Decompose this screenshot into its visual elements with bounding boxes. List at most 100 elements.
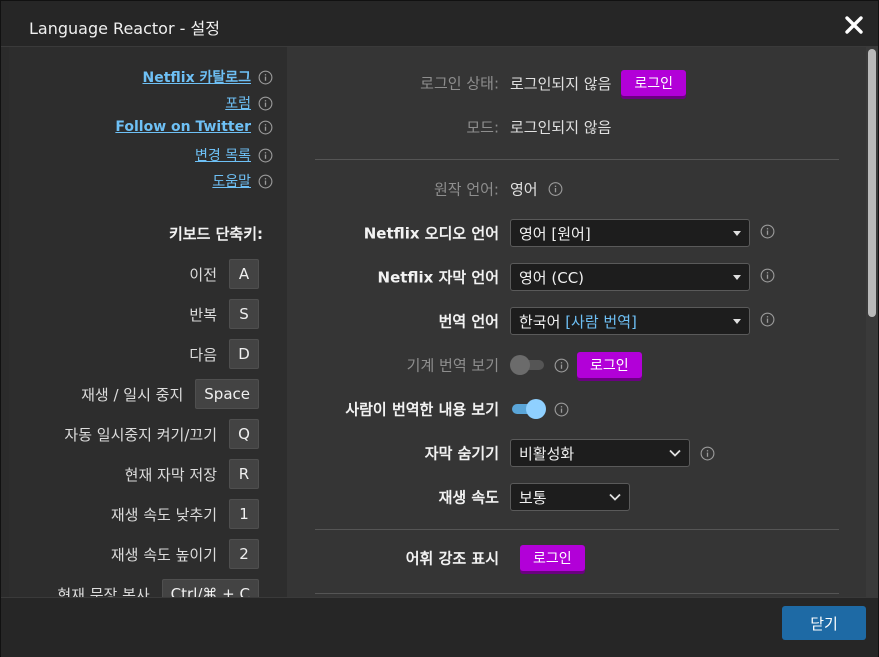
link-row-help: 도움말 bbox=[212, 171, 273, 191]
info-icon[interactable] bbox=[760, 268, 775, 283]
forum-link[interactable]: 포럼 bbox=[225, 93, 251, 113]
info-icon[interactable] bbox=[548, 182, 563, 197]
vocab-highlight-login-button[interactable]: 로그인 bbox=[520, 545, 585, 571]
audio-language-label: Netflix 오디오 언어 bbox=[363, 224, 499, 243]
translation-type-tag: [사람 번역] bbox=[565, 312, 637, 331]
shortcut-row: 재생 속도 낮추기 1 bbox=[111, 499, 259, 529]
netflix-catalog-link[interactable]: Netflix 카탈로그 bbox=[142, 67, 251, 87]
info-icon[interactable] bbox=[258, 148, 273, 163]
machine-translation-login-button[interactable]: 로그인 bbox=[577, 352, 642, 378]
playback-speed-select[interactable]: 보통 bbox=[510, 483, 630, 511]
login-status-label: 로그인 상태: bbox=[420, 74, 499, 93]
info-icon[interactable] bbox=[760, 224, 775, 239]
human-translation-label: 사람이 번역한 내용 보기 bbox=[345, 400, 499, 419]
machine-translation-label: 기계 번역 보기 bbox=[406, 356, 499, 375]
mode-value: 로그인되지 않음 bbox=[510, 118, 612, 137]
left-panel: Netflix 카탈로그 포럼 Follow on Twitter 변경 목록 … bbox=[9, 47, 287, 597]
shortcut-key: 2 bbox=[229, 539, 259, 569]
hide-subtitles-label: 자막 숨기기 bbox=[424, 444, 499, 463]
close-button[interactable]: 닫기 bbox=[782, 606, 866, 640]
shortcut-row: 재생 속도 높이기 2 bbox=[111, 539, 259, 569]
dropdown-arrow-icon bbox=[733, 230, 741, 236]
divider bbox=[315, 159, 839, 160]
info-icon[interactable] bbox=[554, 358, 569, 373]
divider bbox=[315, 593, 839, 594]
audio-language-row: Netflix 오디오 언어 영어 [원어] bbox=[287, 218, 866, 248]
mode-label: 모드: bbox=[466, 118, 499, 137]
keyboard-shortcuts-title: 키보드 단축키: bbox=[168, 225, 263, 243]
info-icon[interactable] bbox=[760, 312, 775, 327]
settings-dialog: Language Reactor - 설정 Netflix 카탈로그 포럼 Fo… bbox=[0, 0, 879, 657]
audio-language-select[interactable]: 영어 [원어] bbox=[510, 219, 750, 247]
source-language-value: 영어 bbox=[510, 180, 538, 199]
shortcut-label: 반복 bbox=[189, 305, 217, 324]
shortcut-row: 현재 자막 저장 R bbox=[125, 459, 259, 489]
title-bar: Language Reactor - 설정 bbox=[1, 1, 878, 47]
shortcut-label: 다음 bbox=[189, 345, 217, 364]
shortcut-key: S bbox=[229, 299, 259, 329]
shortcut-key: Ctrl/⌘ + C bbox=[161, 579, 259, 597]
shortcut-row: 자동 일시중지 켜기/끄기 Q bbox=[64, 419, 259, 449]
translation-language-value-wrap: 한국어 [사람 번역] bbox=[519, 311, 637, 332]
audio-language-value: 영어 [원어] bbox=[519, 224, 591, 243]
scrollbar-thumb[interactable] bbox=[868, 49, 876, 317]
shortcut-key: Q bbox=[229, 419, 259, 449]
subtitle-language-value: 영어 (CC) bbox=[519, 268, 585, 287]
machine-translation-toggle[interactable] bbox=[510, 355, 546, 375]
info-icon[interactable] bbox=[258, 70, 273, 85]
dialog-footer: 닫기 bbox=[1, 597, 878, 657]
help-link[interactable]: 도움말 bbox=[212, 171, 251, 191]
human-translation-toggle[interactable] bbox=[510, 399, 546, 419]
shortcut-row: 현재 문장 복사 Ctrl/⌘ + C bbox=[57, 579, 259, 597]
link-row-forum: 포럼 bbox=[225, 93, 273, 113]
link-row-changelog: 변경 목록 bbox=[195, 145, 273, 165]
translation-language-row: 번역 언어 한국어 [사람 번역] bbox=[287, 306, 866, 336]
shortcut-row: 반복 S bbox=[189, 299, 259, 329]
machine-translation-row: 기계 번역 보기 로그인 bbox=[287, 350, 866, 380]
link-row-twitter: Follow on Twitter bbox=[115, 119, 273, 135]
shortcut-label: 재생 속도 낮추기 bbox=[110, 505, 217, 524]
shortcut-label: 재생 / 일시 중지 bbox=[81, 385, 184, 404]
source-language-row: 원작 언어: 영어 bbox=[287, 174, 866, 204]
shortcut-key: A bbox=[229, 259, 259, 289]
hide-subtitles-row: 자막 숨기기 비활성화 bbox=[287, 438, 866, 468]
subtitle-language-label: Netflix 자막 언어 bbox=[377, 268, 499, 287]
info-icon[interactable] bbox=[258, 120, 273, 135]
login-status-row: 로그인 상태: 로그인되지 않음 로그인 bbox=[287, 68, 866, 98]
source-language-label: 원작 언어: bbox=[433, 180, 499, 199]
shortcut-label: 현재 문장 복사 bbox=[57, 585, 150, 598]
shortcut-row: 이전 A bbox=[189, 259, 259, 289]
chevron-down-icon bbox=[669, 449, 681, 457]
chevron-down-icon bbox=[609, 493, 621, 501]
login-button[interactable]: 로그인 bbox=[621, 70, 687, 96]
shortcut-key: R bbox=[229, 459, 259, 489]
info-icon[interactable] bbox=[554, 402, 569, 417]
subtitle-language-select[interactable]: 영어 (CC) bbox=[510, 263, 750, 291]
vocab-highlight-label: 어휘 강조 표시 bbox=[405, 549, 499, 568]
shortcut-label: 이전 bbox=[189, 265, 217, 284]
info-icon[interactable] bbox=[258, 96, 273, 111]
info-icon[interactable] bbox=[700, 446, 715, 461]
divider bbox=[315, 529, 839, 530]
hide-subtitles-select[interactable]: 비활성화 bbox=[510, 439, 690, 467]
translation-language-value: 한국어 bbox=[519, 312, 561, 331]
shortcut-key: 1 bbox=[229, 499, 259, 529]
info-icon[interactable] bbox=[258, 174, 273, 189]
scrollbar[interactable] bbox=[866, 47, 878, 597]
close-icon[interactable] bbox=[844, 15, 864, 35]
playback-speed-label: 재생 속도 bbox=[438, 488, 499, 507]
shortcut-key: Space bbox=[195, 379, 259, 409]
translation-language-select[interactable]: 한국어 [사람 번역] bbox=[510, 307, 750, 335]
settings-panel: 로그인 상태: 로그인되지 않음 로그인 모드: 로그인되지 않음 원작 언어:… bbox=[287, 47, 866, 597]
mode-row: 모드: 로그인되지 않음 bbox=[287, 112, 866, 142]
translation-language-label: 번역 언어 bbox=[438, 312, 499, 331]
twitter-link[interactable]: Follow on Twitter bbox=[115, 119, 251, 135]
window-title: Language Reactor - 설정 bbox=[29, 19, 220, 38]
playback-speed-row: 재생 속도 보통 bbox=[287, 482, 866, 512]
shortcut-row: 다음 D bbox=[189, 339, 259, 369]
shortcut-label: 자동 일시중지 켜기/끄기 bbox=[64, 425, 217, 444]
changelog-link[interactable]: 변경 목록 bbox=[195, 145, 251, 165]
shortcut-row: 재생 / 일시 중지 Space bbox=[81, 379, 259, 409]
playback-speed-value: 보통 bbox=[519, 488, 547, 507]
dropdown-arrow-icon bbox=[733, 274, 741, 280]
